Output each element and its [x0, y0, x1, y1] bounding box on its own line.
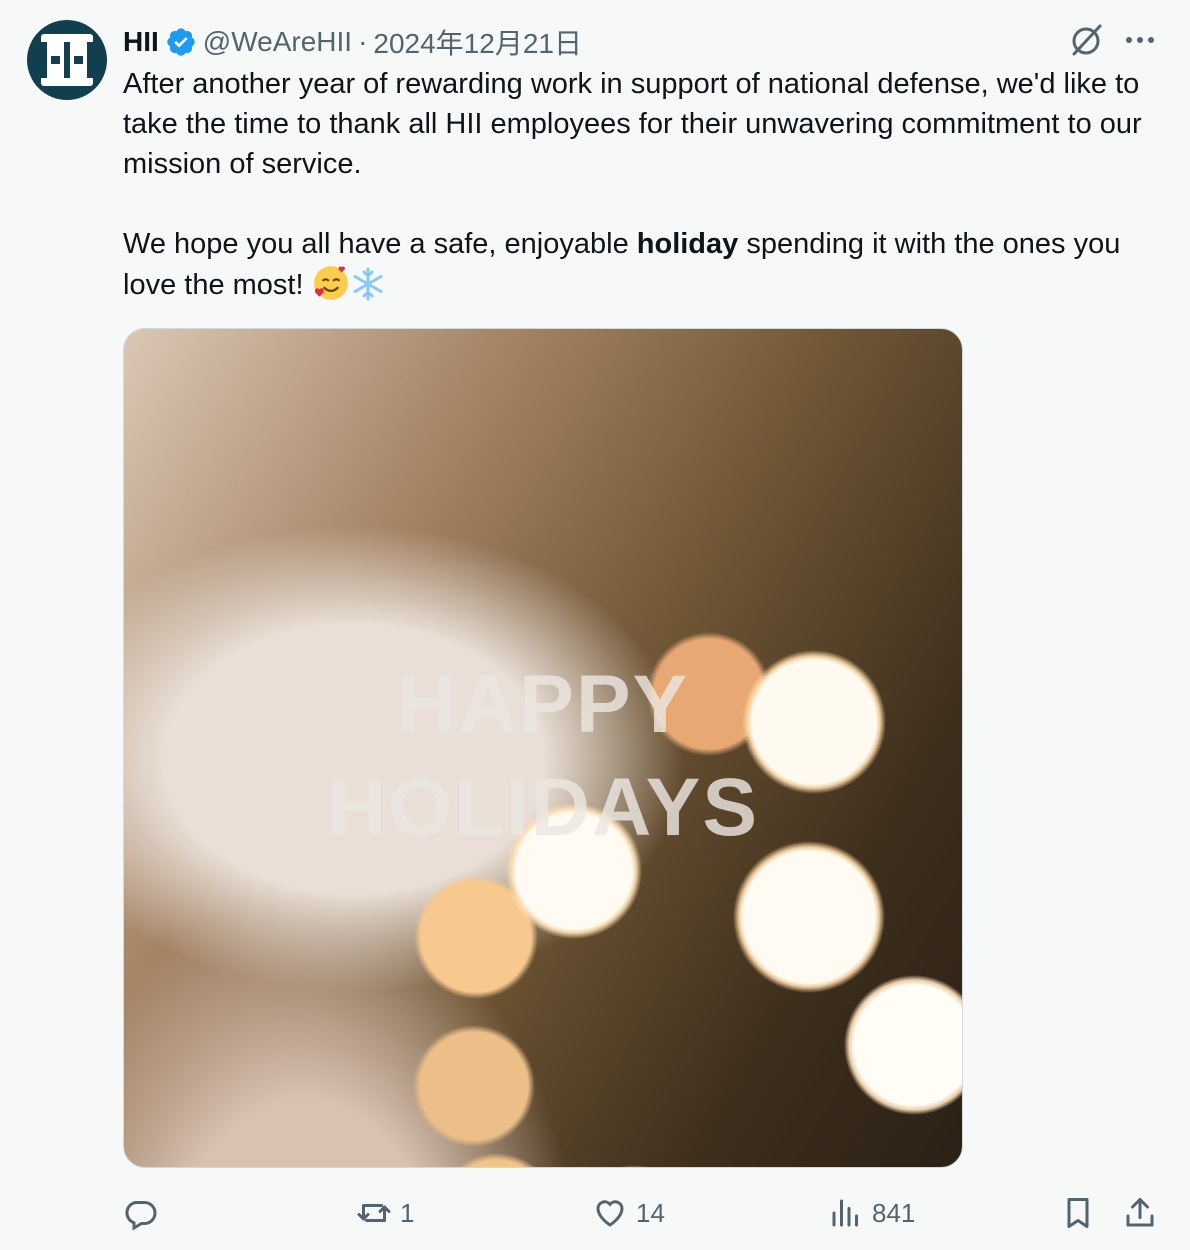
author-handle[interactable]: @WeAreHII — [203, 26, 352, 58]
more-icon[interactable] — [1120, 20, 1160, 60]
reply-button[interactable] — [122, 1190, 166, 1236]
author-name[interactable]: HII — [123, 26, 159, 58]
share-icon — [1126, 1198, 1154, 1227]
smiling-face-with-hearts-emoji — [313, 266, 348, 300]
post-image[interactable]: HAPPY HOLIDAYS — [123, 328, 963, 1168]
image-text-happy: HAPPY — [396, 659, 690, 750]
paragraph2-before: We hope you all have a safe, enjoyable — [123, 228, 637, 260]
bookmark-button[interactable] — [1060, 1190, 1096, 1236]
reply-icon — [125, 1201, 157, 1231]
image-text-holidays: HOLIDAYS — [326, 762, 760, 853]
post-header: HII @WeAreHII · 2024年12月21日 — [123, 22, 582, 62]
repost-count: 1 — [400, 1197, 415, 1228]
post-paragraph-2: We hope you all have a safe, enjoyable h… — [123, 224, 1143, 305]
post-paragraph-1: After another year of rewarding work in … — [123, 68, 1142, 180]
views-icon — [832, 1199, 858, 1227]
verified-badge-icon[interactable] — [165, 26, 197, 58]
like-icon — [596, 1200, 624, 1227]
hashtag-holiday: holiday — [636, 228, 739, 260]
snowflake-emoji — [353, 267, 383, 301]
action-bar: 1 14 841 — [0, 1190, 1190, 1236]
post-date[interactable]: 2024年12月21日 — [373, 22, 582, 62]
bookmark-icon — [1067, 1198, 1089, 1228]
like-button[interactable]: 14 — [592, 1190, 665, 1236]
repost-button[interactable]: 1 — [356, 1190, 414, 1236]
post-text: After another year of rewarding work in … — [123, 64, 1143, 305]
separator: · — [358, 26, 368, 57]
views-button[interactable]: 841 — [828, 1190, 915, 1236]
share-button[interactable] — [1122, 1190, 1158, 1236]
views-count: 841 — [872, 1197, 916, 1228]
repost-icon — [357, 1204, 391, 1222]
like-count: 14 — [636, 1197, 665, 1228]
grok-icon[interactable] — [1066, 20, 1106, 60]
avatar-logo — [41, 34, 93, 86]
avatar[interactable] — [27, 20, 107, 100]
